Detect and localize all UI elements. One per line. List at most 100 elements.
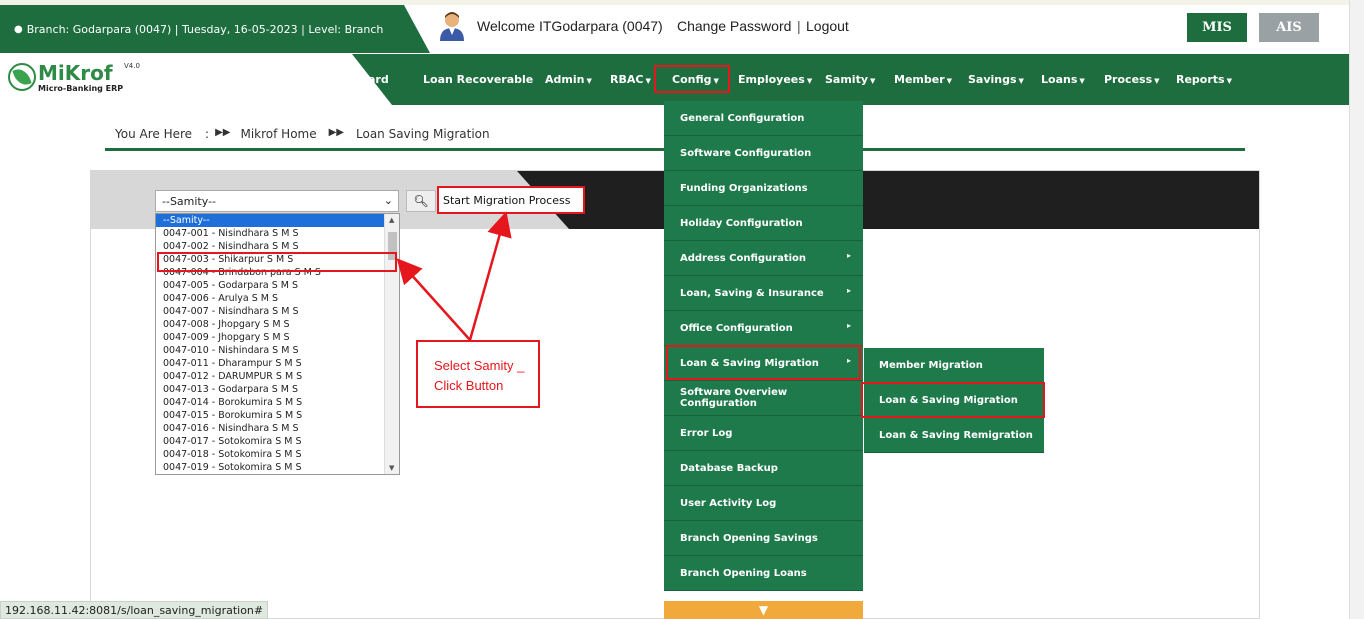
menu-label: Loan, Saving & Insurance <box>680 287 824 299</box>
config-menu-item[interactable]: Software Overview Configuration <box>664 381 863 416</box>
nav-item-process[interactable]: Process ▼ <box>1104 73 1160 86</box>
samity-option[interactable]: 0047-018 - Sotokomira S M S <box>156 448 399 461</box>
samity-option[interactable]: 0047-010 - Nishindara S M S <box>156 344 399 357</box>
loan-saving-migration-highlight-box <box>666 345 861 380</box>
config-menu-item[interactable]: Branch Opening Savings <box>664 521 863 556</box>
top-strip <box>0 0 1364 5</box>
nav-item-rbac[interactable]: RBAC ▼ <box>610 73 651 86</box>
submenu-loan-saving-remigration[interactable]: Loan & Saving Remigration <box>864 418 1044 453</box>
mis-button[interactable]: MIS <box>1187 13 1247 42</box>
menu-label: Office Configuration <box>680 322 793 334</box>
panel-header-right <box>517 171 1259 229</box>
samity-select[interactable]: --Samity-- ⌄ <box>155 190 399 212</box>
menu-label: User Activity Log <box>680 497 777 509</box>
samity-option[interactable]: 0047-006 - Arulya S M S <box>156 292 399 305</box>
samity-option[interactable]: 0047-012 - DARUMPUR S M S <box>156 370 399 383</box>
page-scrollbar[interactable] <box>1349 0 1364 619</box>
samity-option[interactable]: 0047-005 - Godarpara S M S <box>156 279 399 292</box>
samity-option[interactable]: 0047-011 - Dharampur S M S <box>156 357 399 370</box>
caret-down-icon: ▼ <box>946 77 953 85</box>
nav-label: Savings <box>968 73 1017 86</box>
samity-option[interactable]: 0047-015 - Borokumira S M S <box>156 409 399 422</box>
menu-scroll-down-button[interactable]: ▼ <box>664 601 863 619</box>
caret-down-icon: ▼ <box>1226 77 1232 85</box>
samity-option[interactable]: --Samity-- <box>156 214 399 227</box>
submenu-highlight-box <box>861 382 1045 418</box>
caret-right-icon: ▸ <box>846 251 851 260</box>
instruction-callout: Select Samity _ Click Button <box>416 340 540 408</box>
config-menu-item[interactable]: Holiday Configuration <box>664 206 863 241</box>
selected-samity-highlight-box <box>157 252 397 272</box>
samity-option[interactable]: 0047-008 - Jhopgary S M S <box>156 318 399 331</box>
config-menu-item[interactable]: User Activity Log <box>664 486 863 521</box>
double-chevron-right-icon: ▶▶ <box>215 127 231 138</box>
samity-option[interactable]: 0047-014 - Borokumira S M S <box>156 396 399 409</box>
nav-label: Samity <box>825 73 869 86</box>
mikrof-logo[interactable]: MiKrof V4.0 Micro-Banking ERP <box>8 60 158 100</box>
nav-label: Reports <box>1176 73 1225 86</box>
config-menu-item[interactable]: Error Log <box>664 416 863 451</box>
menu-label: Error Log <box>680 427 733 439</box>
browser-status-bar: 192.168.11.42:8081/s/loan_saving_migrati… <box>0 601 269 619</box>
config-menu-item[interactable]: Funding Organizations <box>664 171 863 206</box>
globe-icon: ● <box>14 23 23 35</box>
branch-info-text: Branch: Godarpara (0047) | Tuesday, 16-0… <box>26 22 384 36</box>
nav-item-employees[interactable]: Employees ▼ <box>738 73 812 86</box>
samity-option[interactable]: 0047-013 - Godarpara S M S <box>156 383 399 396</box>
nav-label: Process <box>1104 73 1153 86</box>
change-password-link[interactable]: Change Password <box>677 18 791 34</box>
config-menu-item[interactable]: Software Configuration <box>664 136 863 171</box>
nav-label: Member <box>894 73 945 86</box>
logo-subtitle: Micro-Banking ERP <box>38 84 124 93</box>
caret-down-icon: ▼ <box>645 77 651 85</box>
start-migration-button[interactable]: Start Migration Process <box>437 186 585 214</box>
logout-link[interactable]: Logout <box>806 18 849 34</box>
samity-option[interactable]: 0047-019 - Sotokomira S M S <box>156 461 399 474</box>
config-menu-item[interactable]: Database Backup <box>664 451 863 486</box>
submenu-member-migration[interactable]: Member Migration <box>864 348 1044 383</box>
nav-item-dashboard[interactable]: ard <box>368 73 389 86</box>
samity-option[interactable]: 0047-007 - Nisindhara S M S <box>156 305 399 318</box>
caret-down-icon: ▼ <box>806 77 813 85</box>
search-button[interactable]: 🔍︎ <box>406 190 436 212</box>
ais-button[interactable]: AIS <box>1259 13 1319 42</box>
config-menu-item[interactable]: Office Configuration ▸ <box>664 311 863 346</box>
menu-label: Holiday Configuration <box>680 217 803 229</box>
config-menu-item[interactable]: Branch Opening Loans <box>664 556 863 591</box>
caret-right-icon: ▸ <box>846 321 851 330</box>
samity-option[interactable]: 0047-017 - Sotokomira S M S <box>156 435 399 448</box>
logo-version: V4.0 <box>124 62 140 70</box>
menu-label: Branch Opening Savings <box>680 532 818 544</box>
breadcrumb-colon: : <box>205 127 210 141</box>
nav-item-loan-recoverable[interactable]: Loan Recoverable <box>423 73 533 86</box>
nav-item-loans[interactable]: Loans ▼ <box>1041 73 1085 86</box>
nav-item-samity[interactable]: Samity ▼ <box>825 73 875 86</box>
welcome-text: Welcome ITGodarpara (0047) <box>477 18 663 34</box>
menu-label: Software Configuration <box>680 147 812 159</box>
menu-label: Software Overview Configuration <box>680 387 788 409</box>
callout-line-1: Select Samity _ <box>434 358 525 373</box>
scroll-down-icon[interactable]: ▼ <box>389 464 394 472</box>
config-menu-item[interactable]: Address Configuration ▸ <box>664 241 863 276</box>
menu-label: General Configuration <box>680 112 805 124</box>
nav-item-member[interactable]: Member ▼ <box>894 73 952 86</box>
caret-down-icon: ▼ <box>1018 77 1024 85</box>
nav-item-admin[interactable]: Admin ▼ <box>545 73 592 86</box>
caret-down-icon: ▼ <box>870 77 876 85</box>
nav-item-savings[interactable]: Savings ▼ <box>968 73 1024 86</box>
nav-label: Admin <box>545 73 585 86</box>
samity-option[interactable]: 0047-001 - Nisindhara S M S <box>156 227 399 240</box>
menu-label: Funding Organizations <box>680 182 808 194</box>
nav-label: RBAC <box>610 73 644 86</box>
breadcrumb-home-link[interactable]: Mikrof Home <box>240 127 316 141</box>
config-menu-item[interactable]: Loan, Saving & Insurance ▸ <box>664 276 863 311</box>
nav-item-reports[interactable]: Reports ▼ <box>1176 73 1232 86</box>
config-menu-item[interactable]: General Configuration <box>664 101 863 136</box>
caret-down-icon: ▼ <box>1079 77 1085 85</box>
scroll-up-icon[interactable]: ▲ <box>389 216 394 224</box>
caret-down-icon: ▼ <box>586 77 592 85</box>
samity-option[interactable]: 0047-009 - Jhopgary S M S <box>156 331 399 344</box>
caret-down-icon: ▼ <box>1154 77 1160 85</box>
double-chevron-right-icon: ▶▶ <box>328 127 344 138</box>
samity-option[interactable]: 0047-016 - Nisindhara S M S <box>156 422 399 435</box>
